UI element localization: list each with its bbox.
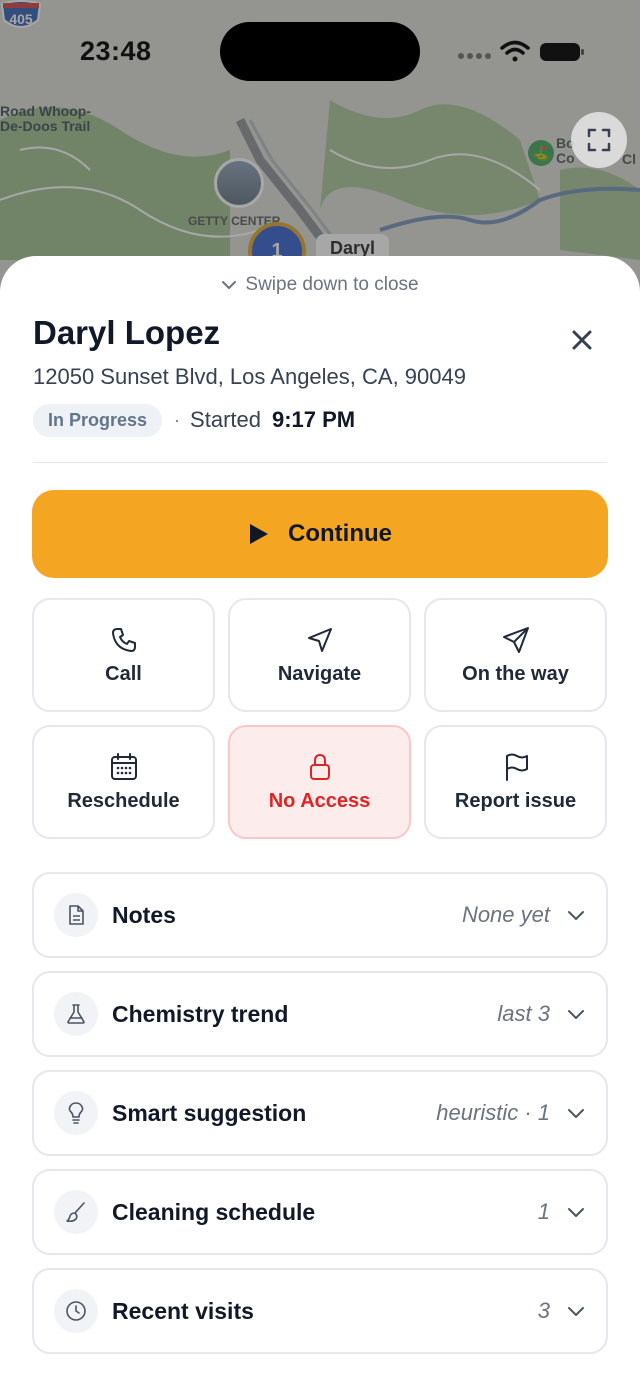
flag-icon bbox=[505, 753, 528, 781]
navigate-button[interactable]: Navigate bbox=[228, 598, 411, 712]
status-bar: 23:48 bbox=[0, 0, 640, 100]
section-title: Chemistry trend bbox=[112, 1000, 289, 1027]
section-title: Cleaning schedule bbox=[112, 1198, 316, 1225]
detail-sections: Notes None yet Chemistry trend last 3 Sm… bbox=[32, 872, 608, 1367]
play-icon bbox=[250, 524, 268, 544]
cellular-signal-icon bbox=[458, 53, 491, 59]
job-detail-sheet: Swipe down to close Daryl Lopez 12050 Su… bbox=[0, 256, 640, 1391]
section-meta: heuristic · 1 bbox=[436, 1100, 550, 1125]
send-icon bbox=[502, 626, 529, 653]
customer-address: 12050 Sunset Blvd, Los Angeles, CA, 9004… bbox=[33, 364, 466, 389]
navigation-arrow-icon bbox=[307, 627, 332, 652]
section-notes[interactable]: Notes None yet bbox=[32, 872, 608, 958]
brush-icon bbox=[66, 1202, 85, 1223]
separator-dot: · bbox=[174, 409, 181, 430]
battery-icon bbox=[540, 43, 584, 61]
section-smart-suggestion[interactable]: Smart suggestion heuristic · 1 bbox=[32, 1070, 608, 1156]
section-meta: 3 bbox=[537, 1298, 550, 1323]
section-title: Recent visits bbox=[112, 1297, 254, 1324]
status-badge: In Progress bbox=[33, 403, 163, 437]
report-issue-button[interactable]: Report issue bbox=[424, 725, 607, 839]
chevron-down-icon bbox=[568, 911, 584, 920]
section-cleaning-schedule[interactable]: Cleaning schedule 1 bbox=[32, 1169, 608, 1255]
lightbulb-icon bbox=[68, 1102, 84, 1124]
divider bbox=[33, 462, 607, 463]
quick-actions-grid: Call Navigate On the way Reschedule No A… bbox=[32, 598, 608, 839]
calendar-icon bbox=[110, 752, 137, 780]
chevron-down-icon bbox=[568, 1208, 584, 1217]
lock-icon bbox=[309, 753, 330, 780]
dynamic-island bbox=[220, 22, 420, 81]
clock-icon bbox=[66, 1301, 86, 1321]
wifi-icon bbox=[500, 40, 530, 62]
flask-icon bbox=[67, 1004, 85, 1024]
section-title: Notes bbox=[112, 901, 176, 928]
started-time: 9:17 PM bbox=[271, 407, 356, 432]
on-the-way-button[interactable]: On the way bbox=[424, 598, 607, 712]
phone-icon bbox=[111, 627, 136, 652]
fullscreen-icon bbox=[587, 128, 611, 152]
started-label: Started bbox=[190, 407, 261, 432]
reschedule-button[interactable]: Reschedule bbox=[32, 725, 215, 839]
customer-name: Daryl Lopez bbox=[33, 314, 221, 351]
section-title: Smart suggestion bbox=[112, 1099, 307, 1126]
chevron-down-icon bbox=[222, 280, 237, 289]
swipe-down-hint[interactable]: Swipe down to close bbox=[0, 274, 640, 296]
section-chemistry-trend[interactable]: Chemistry trend last 3 bbox=[32, 971, 608, 1057]
section-meta: 1 bbox=[537, 1199, 550, 1224]
chevron-down-icon bbox=[568, 1109, 584, 1118]
chevron-down-icon bbox=[568, 1307, 584, 1316]
section-meta: None yet bbox=[461, 902, 550, 927]
document-icon bbox=[69, 905, 84, 925]
section-meta: last 3 bbox=[497, 1001, 550, 1026]
status-time: 23:48 bbox=[80, 36, 152, 66]
expand-map-button[interactable] bbox=[571, 112, 627, 168]
status-icons bbox=[458, 40, 584, 62]
job-status-row: In Progress · Started 9:17 PM bbox=[33, 403, 356, 437]
continue-button[interactable]: Continue bbox=[32, 490, 608, 578]
chevron-down-icon bbox=[568, 1010, 584, 1019]
no-access-button[interactable]: No Access bbox=[228, 725, 411, 839]
close-icon[interactable] bbox=[566, 324, 598, 356]
section-recent-visits[interactable]: Recent visits 3 bbox=[32, 1268, 608, 1354]
call-button[interactable]: Call bbox=[32, 598, 215, 712]
